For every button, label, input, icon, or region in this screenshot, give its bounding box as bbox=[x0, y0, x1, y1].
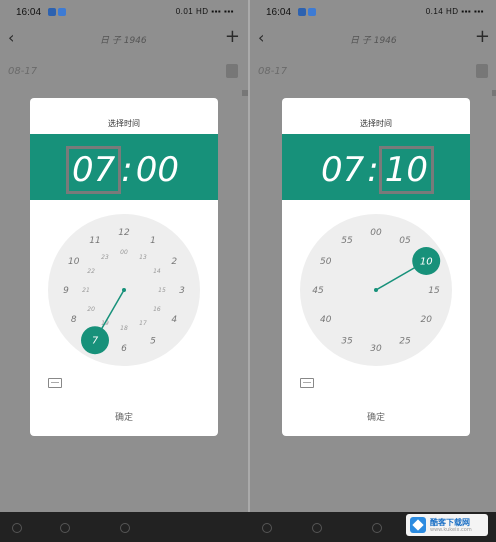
clock-label-40[interactable]: 40 bbox=[320, 315, 332, 325]
background-date: 08-17 bbox=[258, 66, 288, 77]
time-display: 07:00 bbox=[30, 146, 218, 194]
dialog-title: 选择时间 bbox=[108, 119, 140, 128]
clock-inner-label-23[interactable]: 23 bbox=[101, 254, 109, 261]
app-bar: ‹ 日 子 1946 + bbox=[0, 26, 248, 52]
nav-menu-icon[interactable] bbox=[312, 523, 322, 533]
clock-label-45[interactable]: 45 bbox=[312, 286, 324, 296]
background-icon bbox=[476, 64, 488, 78]
clock-selected-value: 7 bbox=[92, 336, 99, 347]
clock-inner-label-13[interactable]: 13 bbox=[139, 254, 147, 261]
minute-display[interactable]: 10 bbox=[378, 146, 434, 194]
clock-label-8[interactable]: 8 bbox=[71, 315, 77, 325]
status-indicators: 0.01 HD ▪▪▪ ▪▪▪ bbox=[175, 7, 234, 16]
clock-label-1[interactable]: 1 bbox=[150, 236, 156, 246]
nav-back-icon[interactable] bbox=[120, 523, 130, 533]
clock-inner-label-14[interactable]: 14 bbox=[153, 268, 161, 275]
app-bar: ‹ 日 子 1946 + bbox=[250, 26, 496, 52]
clock-label-11[interactable]: 11 bbox=[89, 236, 100, 246]
phone-screen-right: 16:04 0.14 HD ▪▪▪ ▪▪▪ ‹ 日 子 1946 + 08-17… bbox=[250, 0, 496, 512]
notification-icon bbox=[48, 8, 56, 16]
clock-dial[interactable]: 00051015202530354045505510 bbox=[300, 214, 452, 366]
clock-label-35[interactable]: 35 bbox=[341, 336, 353, 346]
clock-label-6[interactable]: 6 bbox=[121, 344, 127, 354]
clock-label-5[interactable]: 5 bbox=[150, 336, 156, 346]
clock-label-15[interactable]: 15 bbox=[428, 286, 440, 296]
clock-label-55[interactable]: 55 bbox=[341, 236, 353, 246]
clock-inner-label-16[interactable]: 16 bbox=[153, 306, 161, 313]
clock-center bbox=[122, 288, 126, 292]
plus-icon[interactable]: + bbox=[475, 26, 490, 47]
nav-home-icon[interactable] bbox=[262, 523, 272, 533]
notification-icon bbox=[298, 8, 306, 16]
notification-icon-2 bbox=[58, 8, 66, 16]
clock-label-50[interactable]: 50 bbox=[320, 257, 332, 267]
chevron-left-icon[interactable]: ‹ bbox=[8, 28, 14, 47]
nav-home-icon[interactable] bbox=[12, 523, 22, 533]
clock-label-05[interactable]: 05 bbox=[399, 236, 411, 246]
clock-inner-label-20[interactable]: 20 bbox=[87, 306, 95, 313]
status-bar: 16:04 0.14 HD ▪▪▪ ▪▪▪ bbox=[250, 0, 496, 26]
clock-label-4[interactable]: 4 bbox=[171, 315, 177, 325]
watermark-logo: 酷客下载网 www.kukeix.com bbox=[406, 514, 488, 536]
clock-label-00[interactable]: 00 bbox=[370, 228, 382, 238]
chevron-left-icon[interactable]: ‹ bbox=[258, 28, 264, 47]
clock-inner-label-00[interactable]: 00 bbox=[120, 249, 128, 256]
clock-label-25[interactable]: 25 bbox=[399, 336, 411, 346]
time-picker-dialog: 选择时间 07:10 00 05 10 15 20 25 30 35 40 45 50 55 10 确定 bbox=[282, 98, 470, 436]
clock-dial[interactable]: 1212345678910110013141516171819202122237 bbox=[48, 214, 200, 366]
status-indicators: 0.14 HD ▪▪▪ ▪▪▪ bbox=[425, 7, 484, 16]
background-marker bbox=[492, 90, 496, 96]
confirm-button[interactable]: 确定 bbox=[282, 409, 470, 424]
time-header: 07: 10 bbox=[282, 134, 470, 200]
clock-label-10[interactable]: 10 bbox=[68, 257, 80, 267]
clock-label-30[interactable]: 30 bbox=[370, 344, 382, 354]
background-date: 08-17 bbox=[8, 66, 38, 77]
keyboard-icon[interactable] bbox=[48, 378, 62, 388]
app-title: 日 子 1946 bbox=[100, 36, 147, 46]
plus-icon[interactable]: + bbox=[225, 26, 240, 47]
time-header: 07:00 bbox=[30, 134, 218, 200]
hour-display[interactable]: 07 bbox=[66, 146, 122, 194]
notification-icon-2 bbox=[308, 8, 316, 16]
clock-center bbox=[374, 288, 378, 292]
status-time: 16:04 bbox=[266, 7, 292, 18]
minute-display[interactable]: 00 bbox=[133, 149, 182, 191]
dialog-title: 选择时间 bbox=[360, 119, 392, 128]
clock-inner-label-21[interactable]: 21 bbox=[82, 287, 90, 294]
time-display: 07: 10 bbox=[282, 146, 470, 194]
status-time: 16:04 bbox=[16, 7, 42, 18]
clock-label-12[interactable]: 12 bbox=[118, 228, 130, 238]
background-icon bbox=[226, 64, 238, 78]
clock-inner-label-22[interactable]: 22 bbox=[87, 268, 95, 275]
clock-label-9[interactable]: 9 bbox=[63, 286, 69, 296]
app-title: 日 子 1946 bbox=[350, 36, 397, 46]
clock-inner-label-17[interactable]: 17 bbox=[139, 320, 147, 327]
keyboard-icon[interactable] bbox=[300, 378, 314, 388]
time-picker-dialog: 选择时间 07:00 12123456789101100131415161718… bbox=[30, 98, 218, 436]
phone-screen-left: 16:04 0.01 HD ▪▪▪ ▪▪▪ ‹ 日 子 1946 + 08-17… bbox=[0, 0, 248, 512]
nav-back-icon[interactable] bbox=[372, 523, 382, 533]
nav-menu-icon[interactable] bbox=[60, 523, 70, 533]
brand-logo-icon bbox=[410, 517, 426, 533]
clock-inner-label-18[interactable]: 18 bbox=[120, 325, 128, 332]
clock-selected-value: 10 bbox=[420, 257, 433, 268]
hour-display[interactable]: 07 bbox=[318, 149, 367, 191]
time-separator: : bbox=[367, 150, 379, 190]
clock-label-3[interactable]: 3 bbox=[179, 286, 185, 296]
clock-inner-label-15[interactable]: 15 bbox=[158, 287, 166, 294]
clock-label-2[interactable]: 2 bbox=[171, 257, 177, 267]
clock-label-20[interactable]: 20 bbox=[421, 315, 433, 325]
confirm-button[interactable]: 确定 bbox=[30, 409, 218, 424]
watermark-subtext: www.kukeix.com bbox=[430, 527, 472, 533]
status-bar: 16:04 0.01 HD ▪▪▪ ▪▪▪ bbox=[0, 0, 248, 26]
time-separator: : bbox=[121, 150, 133, 190]
